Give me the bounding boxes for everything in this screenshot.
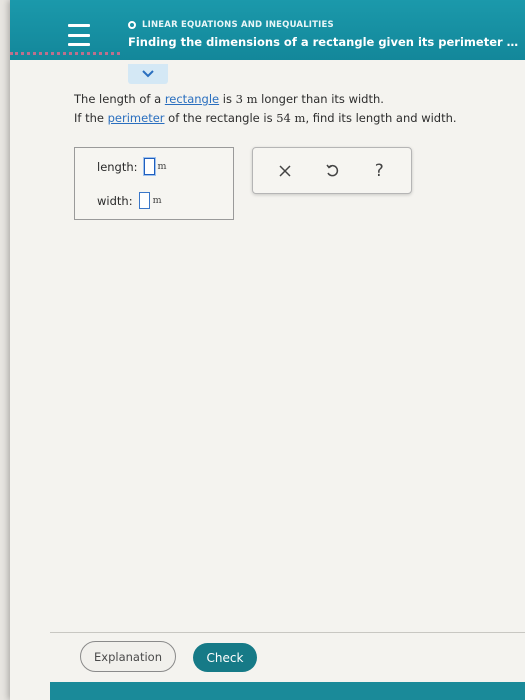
undo-icon — [326, 164, 339, 176]
close-icon — [279, 164, 291, 177]
decorative-dotted-strip — [10, 52, 120, 66]
footer-divider — [50, 632, 525, 633]
problem-text: of the rectangle is — [164, 111, 277, 125]
expand-toggle[interactable] — [128, 64, 168, 84]
problem-text: , find its length and width. — [305, 111, 457, 125]
problem-text: If the — [74, 111, 108, 125]
problem-quantity: 54 m — [276, 111, 306, 125]
length-unit: m — [157, 161, 167, 172]
help-button[interactable]: ? — [364, 156, 394, 186]
undo-button[interactable] — [317, 156, 347, 186]
problem-text: The length of a — [74, 92, 165, 106]
length-field: length: m — [97, 158, 167, 175]
problem-text: longer than its width. — [257, 92, 384, 106]
width-field: width: m — [97, 192, 162, 209]
app-screen: LINEAR EQUATIONS AND INEQUALITIES Findin… — [10, 0, 525, 700]
progress-circle-icon — [128, 21, 136, 29]
page-title: Finding the dimensions of a rectangle gi… — [128, 35, 523, 49]
problem-quantity: 3 m — [235, 92, 258, 106]
check-button[interactable]: Check — [193, 643, 257, 672]
perimeter-link[interactable]: perimeter — [108, 111, 165, 125]
problem-line-1: The length of a rectangle is 3 m longer … — [74, 90, 514, 109]
clear-button[interactable] — [270, 156, 300, 186]
explanation-button[interactable]: Explanation — [80, 641, 176, 672]
bottom-bar — [50, 682, 525, 700]
chevron-down-icon — [142, 70, 154, 78]
rectangle-link[interactable]: rectangle — [165, 92, 219, 106]
problem-line-2: If the perimeter of the rectangle is 54 … — [74, 109, 514, 128]
help-icon: ? — [374, 160, 384, 181]
menu-bar-line — [68, 43, 90, 46]
topic-breadcrumb: LINEAR EQUATIONS AND INEQUALITIES — [128, 20, 334, 30]
answer-tools: ? — [252, 147, 412, 194]
answer-box: length: m width: m — [74, 147, 234, 220]
problem-statement: The length of a rectangle is 3 m longer … — [74, 90, 514, 128]
menu-button[interactable] — [68, 24, 90, 46]
width-unit: m — [152, 195, 162, 206]
menu-bar-line — [68, 24, 90, 27]
menu-bar-line — [68, 33, 90, 37]
topic-label: LINEAR EQUATIONS AND INEQUALITIES — [142, 20, 334, 30]
width-label: width: — [97, 193, 133, 208]
width-input[interactable] — [138, 192, 150, 209]
problem-text: is — [219, 92, 236, 106]
length-input[interactable] — [143, 158, 155, 175]
length-label: length: — [97, 159, 138, 174]
